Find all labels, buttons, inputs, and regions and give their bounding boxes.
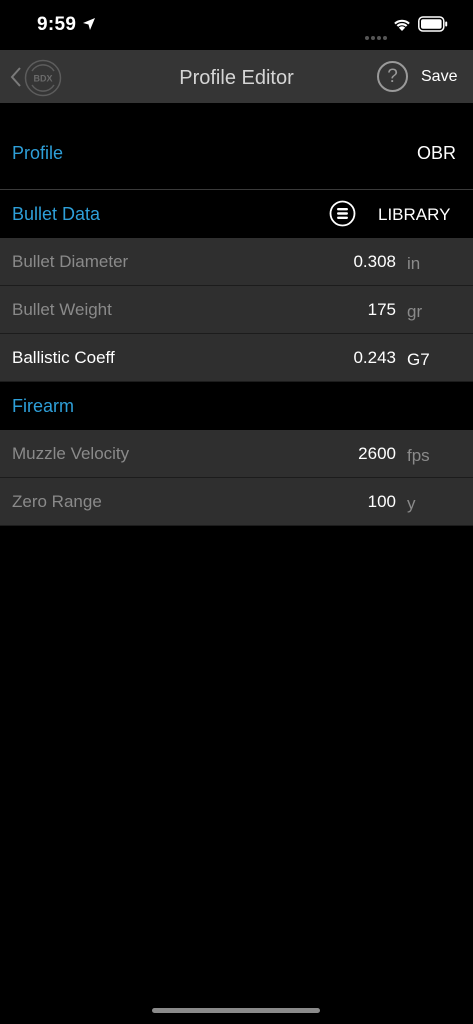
row-unit: in bbox=[407, 254, 421, 273]
firearm-label: Firearm bbox=[12, 396, 74, 416]
row-unit[interactable]: G7 bbox=[407, 350, 430, 370]
wifi-icon bbox=[394, 19, 410, 31]
battery-icon bbox=[418, 16, 448, 32]
firearm-header: Firearm bbox=[0, 382, 473, 430]
status-bar: 9:59 bbox=[0, 0, 473, 50]
row-value[interactable]: 100 bbox=[368, 492, 396, 512]
ballistic-coeff-row[interactable]: Ballistic Coeff 0.243 G7 bbox=[0, 334, 473, 382]
zero-range-row[interactable]: Zero Range 100 y bbox=[0, 478, 473, 526]
home-indicator[interactable] bbox=[152, 1008, 320, 1013]
nav-bar: BDX Profile Editor ? Save bbox=[0, 50, 473, 103]
row-value[interactable]: 2600 bbox=[358, 444, 396, 464]
status-time: 9:59 bbox=[37, 14, 77, 35]
row-value[interactable]: 0.308 bbox=[353, 252, 396, 272]
library-list-icon[interactable] bbox=[329, 200, 356, 227]
muzzle-velocity-row[interactable]: Muzzle Velocity 2600 fps bbox=[0, 430, 473, 478]
row-label: Bullet Diameter bbox=[12, 252, 129, 271]
row-value[interactable]: 0.243 bbox=[353, 348, 396, 368]
save-button[interactable]: Save bbox=[421, 68, 457, 86]
row-label: Bullet Weight bbox=[12, 300, 112, 319]
row-label: Zero Range bbox=[12, 492, 102, 511]
help-icon[interactable]: ? bbox=[377, 61, 408, 92]
row-unit: y bbox=[407, 494, 416, 513]
profile-row[interactable]: Profile OBR bbox=[0, 126, 473, 190]
row-label: Ballistic Coeff bbox=[12, 348, 115, 367]
row-unit: fps bbox=[407, 446, 430, 465]
profile-label: Profile bbox=[12, 143, 64, 163]
profile-value[interactable]: OBR bbox=[417, 143, 456, 164]
row-unit: gr bbox=[407, 302, 423, 321]
bullet-diameter-row[interactable]: Bullet Diameter 0.308 in bbox=[0, 238, 473, 286]
location-arrow-icon bbox=[83, 18, 95, 30]
bullet-data-label: Bullet Data bbox=[12, 204, 101, 224]
row-label: Muzzle Velocity bbox=[12, 444, 130, 463]
cellular-signal-icon bbox=[365, 27, 389, 45]
library-button[interactable]: LIBRARY bbox=[378, 205, 450, 225]
row-value[interactable]: 175 bbox=[368, 300, 396, 320]
bullet-weight-row[interactable]: Bullet Weight 175 gr bbox=[0, 286, 473, 334]
